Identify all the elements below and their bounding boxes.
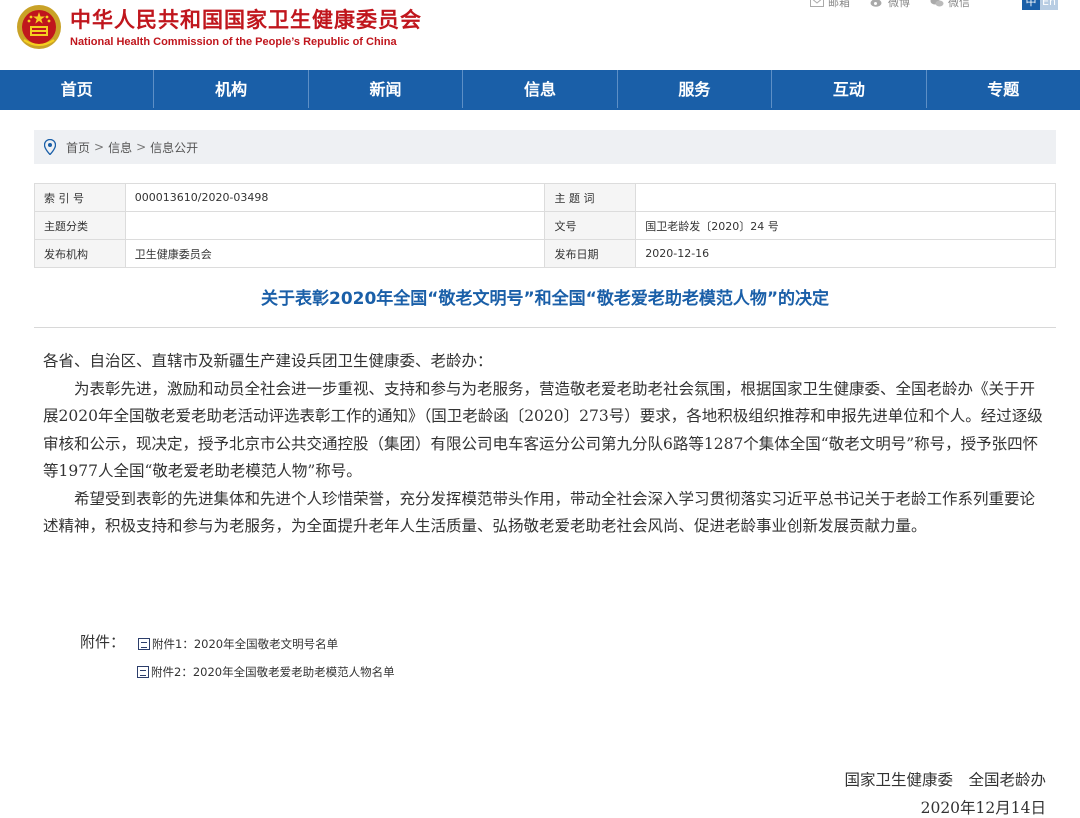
language-switch: 中 En [1022,0,1058,10]
document-file-icon [138,638,150,650]
breadcrumb: 首页 > 信息 > 信息公开 [34,130,1056,164]
body-paragraph: 希望受到表彰的先进集体和先进个人珍惜荣誉，充分发挥模范带头作用，带动全社会深入学… [43,489,1036,536]
issuer-label: 发布机构 [34,239,126,268]
site-header: 中华人民共和国国家卫生健康委员会 National Health Commiss… [0,0,1080,70]
nav-item-topics[interactable]: 专题 [927,70,1080,108]
breadcrumb-separator: > [136,140,147,154]
document-info-table: 索 引 号 000013610/2020-03498 主 题 词 主题分类 文号… [34,183,1056,268]
table-row: 发布机构 卫生健康委员会 发布日期 2020-12-16 [34,239,1056,268]
doc-number-value: 国卫老龄发〔2020〕24 号 [635,211,1056,240]
weibo-link-label: 微博 [888,0,910,9]
table-row: 索 引 号 000013610/2020-03498 主 题 词 [34,183,1056,212]
issuer-value: 卫生健康委员会 [124,239,546,268]
nav-item-interaction[interactable]: 互动 [772,70,927,108]
index-label: 索 引 号 [34,183,126,212]
lang-en-button[interactable]: En [1040,0,1058,10]
attachment-2-label: 附件2：2020年全国敬老爱老助老模范人物名单 [151,665,395,679]
breadcrumb-separator: > [94,140,105,154]
subject-word-value [635,183,1056,212]
publish-date-value: 2020-12-16 [635,239,1056,268]
document-title: 关于表彰2020年全国“敬老文明号”和全国“敬老爱老助老模范人物”的决定 [260,289,829,309]
top-links: 邮箱 微博 微信 [810,0,970,10]
breadcrumb-information[interactable]: 信息 [108,139,132,156]
breadcrumb-disclosure[interactable]: 信息公开 [150,139,198,156]
wechat-icon [930,0,944,7]
nav-item-services[interactable]: 服务 [618,70,773,108]
wechat-link[interactable]: 微信 [930,0,970,10]
location-pin-icon [44,139,56,155]
table-row: 主题分类 文号 国卫老龄发〔2020〕24 号 [34,211,1056,240]
attachment-link-2[interactable]: 附件2：2020年全国敬老爱老助老模范人物名单 [137,664,395,680]
national-emblem-logo[interactable] [16,4,62,50]
document-file-icon [137,666,149,678]
body-paragraph: 为表彰先进，激励和动员全社会进一步重视、支持和参与为老服务，营造敬老爱老助老社会… [43,379,1043,481]
lang-zh-button[interactable]: 中 [1022,0,1040,10]
signature-date: 2020年12月14日 [920,799,1046,817]
attachment-1-label: 附件1：2020年全国敬老文明号名单 [152,637,339,651]
breadcrumb-home[interactable]: 首页 [66,139,90,156]
mail-link[interactable]: 邮箱 [810,0,850,10]
wechat-link-label: 微信 [948,0,970,9]
mail-link-label: 邮箱 [828,0,850,9]
nav-item-organization[interactable]: 机构 [154,70,309,108]
nav-item-news[interactable]: 新闻 [309,70,464,108]
attachments-label: 附件： [80,633,126,651]
main-nav: 首页 机构 新闻 信息 服务 互动 专题 [0,70,1080,110]
weibo-link[interactable]: 微博 [870,0,910,10]
doc-number-label: 文号 [544,211,637,240]
category-value [124,211,546,240]
publish-date-label: 发布日期 [544,239,637,268]
attachment-link-1[interactable]: 附件1：2020年全国敬老文明号名单 [138,636,338,652]
title-divider [34,327,1056,328]
mail-icon [810,0,824,7]
nav-item-information[interactable]: 信息 [463,70,618,108]
subject-word-label: 主 题 词 [544,183,637,212]
index-value: 000013610/2020-03498 [124,183,546,212]
weibo-icon [870,0,882,7]
signature-issuers: 国家卫生健康委 全国老龄办 [844,771,1046,789]
document-body: 各省、自治区、直辖市及新疆生产建设兵团卫生健康委、老龄办： 为表彰先进，激励和动… [43,348,1049,541]
salutation: 各省、自治区、直辖市及新疆生产建设兵团卫生健康委、老龄办： [43,352,493,370]
site-title[interactable]: 中华人民共和国国家卫生健康委员会 [70,4,422,34]
site-subtitle: National Health Commission of the People… [70,36,397,48]
nav-item-home[interactable]: 首页 [0,70,155,108]
category-label: 主题分类 [34,211,126,240]
